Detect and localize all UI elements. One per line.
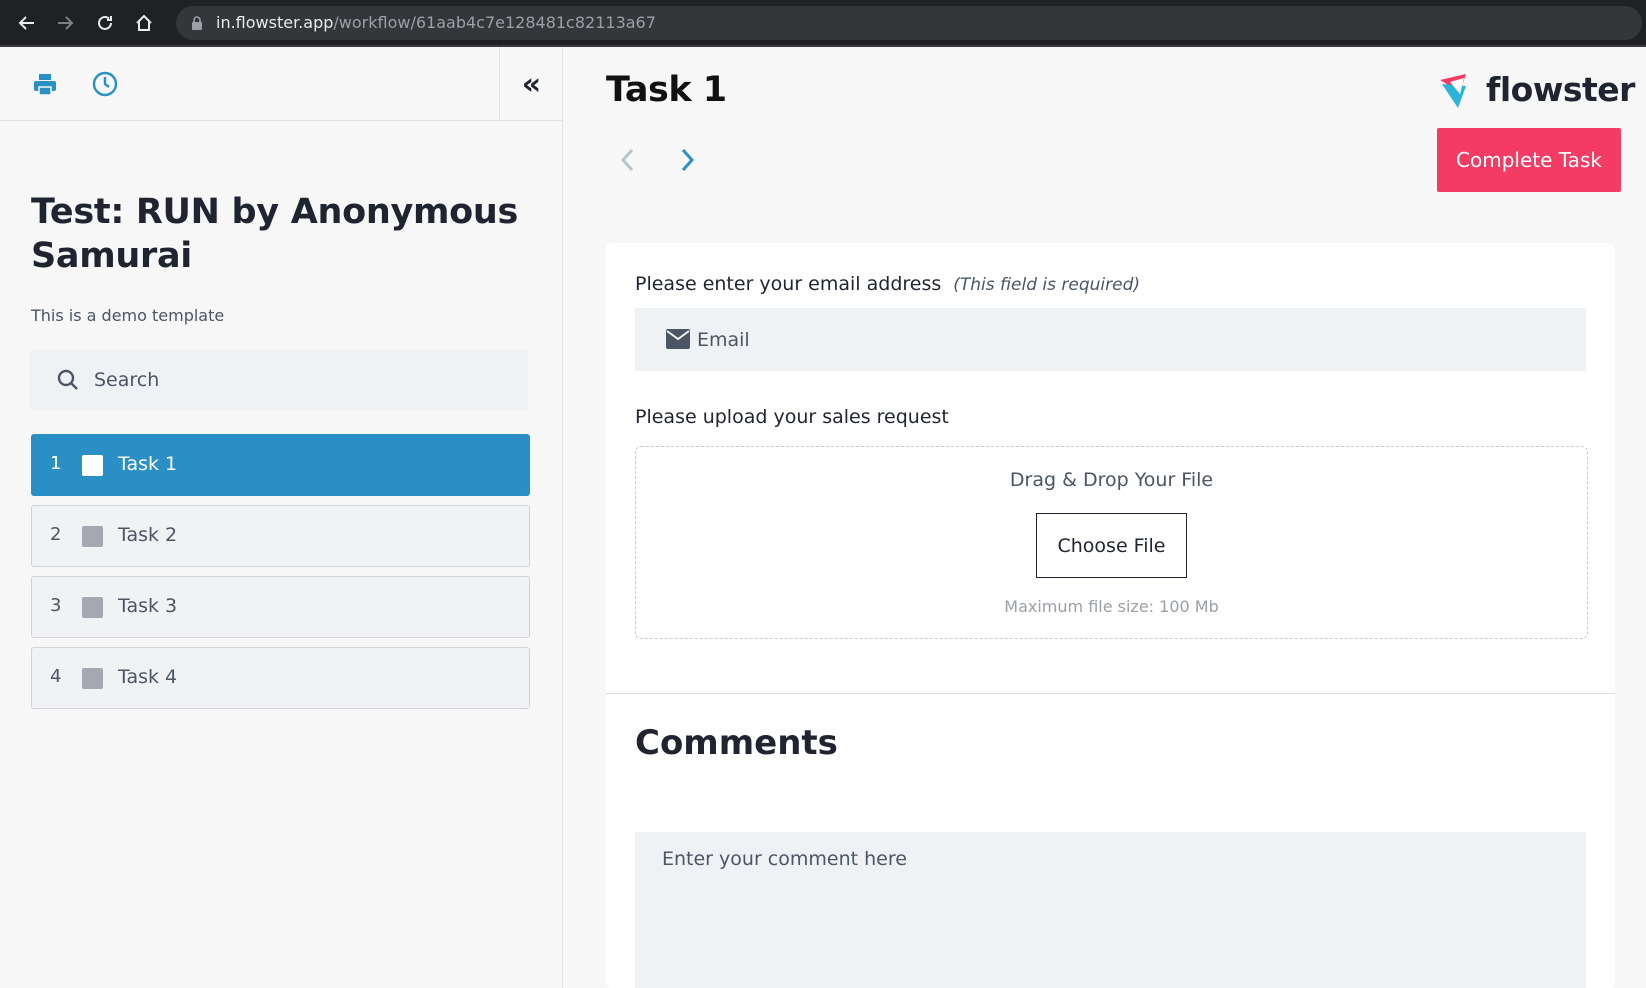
browser-toolbar: in.flowster.app/workflow/61aab4c7e128481… xyxy=(0,0,1646,47)
task-item-4[interactable]: 4 Task 4 xyxy=(31,647,530,709)
reload-icon[interactable] xyxy=(92,10,118,36)
collapse-sidebar-button[interactable]: « xyxy=(499,47,563,121)
task-label: Task 4 xyxy=(118,666,178,688)
workflow-description: This is a demo template xyxy=(31,306,225,325)
sidebar: « Test: RUN by Anonymous Samurai This is… xyxy=(0,47,563,988)
lock-icon xyxy=(192,16,202,30)
sidebar-toolbar: « xyxy=(0,47,563,121)
email-field-label: Please enter your email address (This fie… xyxy=(635,273,1140,295)
search-box xyxy=(30,349,528,411)
url-text: in.flowster.app/workflow/61aab4c7e128481… xyxy=(216,13,656,32)
comments-heading: Comments xyxy=(635,723,838,763)
task-number: 2 xyxy=(50,524,62,545)
previous-task-arrow-icon[interactable] xyxy=(616,145,640,175)
email-input[interactable] xyxy=(697,308,1557,371)
complete-task-button[interactable]: Complete Task xyxy=(1437,128,1621,192)
back-icon[interactable] xyxy=(14,10,40,36)
task-item-2[interactable]: 2 Task 2 xyxy=(31,505,530,567)
section-divider xyxy=(606,693,1615,694)
forward-icon[interactable] xyxy=(52,10,78,36)
comment-input[interactable] xyxy=(635,832,1586,988)
task-checkbox[interactable] xyxy=(82,597,103,618)
flowster-logo: flowster xyxy=(1436,70,1635,114)
task-checkbox[interactable] xyxy=(82,668,103,689)
task-checkbox[interactable] xyxy=(82,526,103,547)
email-field xyxy=(635,308,1586,371)
search-input[interactable] xyxy=(94,349,514,411)
task-label: Task 1 xyxy=(118,453,178,475)
envelope-icon xyxy=(666,329,690,349)
max-file-size-note: Maximum file size: 100 Mb xyxy=(1004,597,1219,616)
task-checkbox[interactable] xyxy=(82,455,103,476)
double-chevron-left-icon: « xyxy=(521,66,542,102)
drop-title: Drag & Drop Your File xyxy=(1009,469,1214,491)
print-icon[interactable] xyxy=(31,70,59,98)
history-clock-icon[interactable] xyxy=(91,70,119,98)
task-number: 4 xyxy=(50,666,62,687)
task-title: Task 1 xyxy=(606,70,727,110)
task-item-1[interactable]: 1 Task 1 xyxy=(31,434,530,496)
task-label: Task 2 xyxy=(118,524,178,546)
task-number: 1 xyxy=(50,453,62,474)
workflow-title: Test: RUN by Anonymous Samurai xyxy=(31,192,519,276)
next-task-arrow-icon[interactable] xyxy=(675,145,699,175)
task-number: 3 xyxy=(50,595,62,616)
flowster-logo-icon xyxy=(1440,74,1466,108)
url-host: in.flowster.app xyxy=(216,13,334,32)
upload-field-label: Please upload your sales request xyxy=(635,406,949,428)
required-note: (This field is required) xyxy=(953,275,1140,295)
task-label: Task 3 xyxy=(118,595,178,617)
choose-file-button[interactable]: Choose File xyxy=(1036,513,1187,578)
home-icon[interactable] xyxy=(131,10,157,36)
task-card: Please enter your email address (This fie… xyxy=(606,243,1615,988)
task-item-3[interactable]: 3 Task 3 xyxy=(31,576,530,638)
email-label-text: Please enter your email address xyxy=(635,273,942,295)
file-drop-zone[interactable]: Drag & Drop Your File Choose File Maximu… xyxy=(635,446,1588,639)
url-path: /workflow/61aab4c7e128481c82113a67 xyxy=(333,13,656,32)
flowster-logo-text: flowster xyxy=(1486,70,1635,109)
search-icon xyxy=(57,369,78,390)
address-bar[interactable]: in.flowster.app/workflow/61aab4c7e128481… xyxy=(176,6,1642,40)
